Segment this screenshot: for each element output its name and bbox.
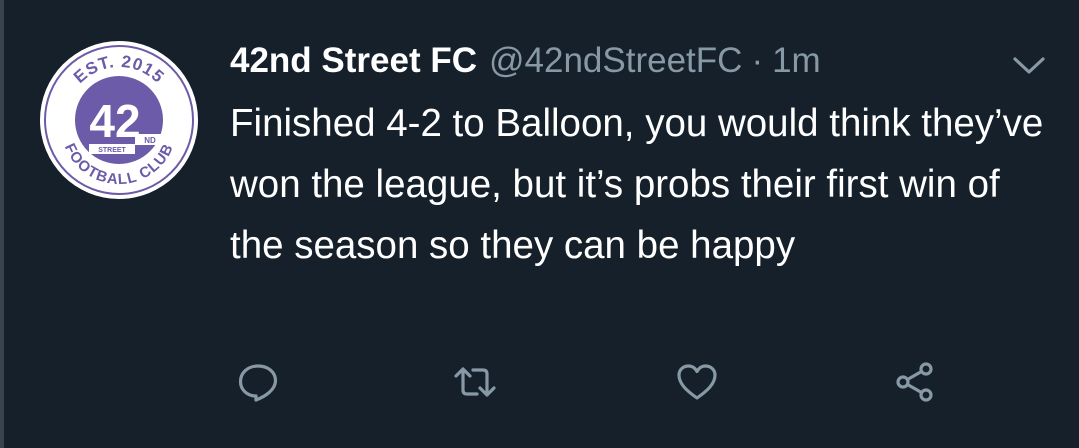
football-club-logo: EST. 2015 FOOTBALL CLUB 42 ND STREET [40, 41, 198, 199]
tweet-text: Finished 4-2 to Balloon, you would think… [230, 102, 1044, 267]
reply-icon [238, 364, 278, 402]
more-options-button[interactable] [1008, 50, 1050, 78]
logo-number: 42 [89, 95, 140, 147]
like-icon [677, 364, 717, 400]
chevron-down-icon [1013, 57, 1045, 74]
reply-button[interactable] [228, 352, 288, 412]
like-button[interactable] [667, 352, 727, 412]
logo-banner: STREET [98, 147, 126, 154]
tweet-header: 42nd Street FC @42ndStreetFC · 1m [230, 38, 821, 84]
tweet-actions [0, 352, 1079, 412]
separator-dot: · [751, 41, 764, 80]
user-handle[interactable]: @42ndStreetFC [489, 38, 742, 84]
display-name[interactable]: 42nd Street FC [230, 38, 477, 84]
retweet-button[interactable] [445, 352, 505, 412]
share-icon [896, 362, 933, 402]
retweet-icon [454, 367, 496, 397]
timestamp[interactable]: 1m [772, 38, 821, 84]
share-button[interactable] [885, 352, 945, 412]
logo-suffix: ND [144, 136, 156, 145]
avatar[interactable]: EST. 2015 FOOTBALL CLUB 42 ND STREET [39, 40, 199, 200]
